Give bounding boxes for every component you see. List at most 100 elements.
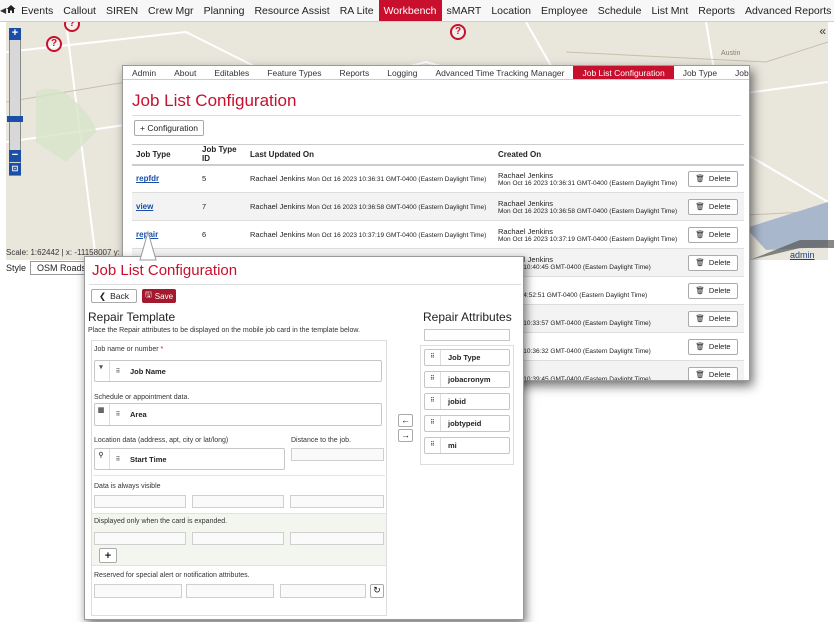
drag-handle-icon[interactable]: ⠿ <box>425 416 441 431</box>
tab-job-list-configuration[interactable]: Job List Configuration <box>573 66 674 79</box>
drag-handle-icon[interactable]: ⠿ <box>425 438 441 453</box>
created-date: Mon Oct 16 2023 10:36:31 GMT-0400 (Easte… <box>498 179 678 187</box>
tab-logging[interactable]: Logging <box>378 66 426 79</box>
tab-reports[interactable]: Reports <box>330 66 378 79</box>
always-visible-label: Data is always visible <box>94 483 161 490</box>
job-name-label-text: Job name or number <box>94 346 159 353</box>
zoom-out-button[interactable]: − <box>9 150 21 162</box>
nav-item-location[interactable]: Location <box>486 0 536 21</box>
nav-item-siren[interactable]: SIREN <box>101 0 143 21</box>
drag-handle-icon[interactable]: ⠿ <box>425 394 441 409</box>
table-header-row: Job Type Job Type ID Last Updated On Cre… <box>132 144 744 166</box>
delete-button[interactable]: 🗑 Delete <box>688 198 738 215</box>
location-slot[interactable]: ⚲ ⠿ Start Time <box>94 448 285 470</box>
created-date: 16 2023 10:40:45 GMT-0400 (Eastern Dayli… <box>498 263 651 271</box>
special-slot[interactable] <box>94 584 182 598</box>
nav-item-planning[interactable]: Planning <box>199 0 250 21</box>
tab-admin[interactable]: Admin <box>123 66 165 79</box>
refresh-icon[interactable]: ↻ <box>370 584 384 598</box>
tab-advanced-time-tracking-manager[interactable]: Advanced Time Tracking Manager <box>427 66 574 79</box>
nav-item-workbench[interactable]: Workbench <box>378 0 442 21</box>
zoom-in-button[interactable]: + <box>9 28 21 40</box>
nav-item-crew-mgr[interactable]: Crew Mgr <box>143 0 199 21</box>
attribute-item[interactable]: ⠿ Job Type <box>424 349 510 366</box>
nav-item-resource-assist[interactable]: Resource Assist <box>249 0 334 21</box>
special-slot[interactable] <box>186 584 274 598</box>
attribute-item[interactable]: ⠿ jobacronym <box>424 371 510 388</box>
expanded-slot[interactable] <box>290 532 384 545</box>
drag-handle-icon[interactable]: ⠿ <box>425 350 441 365</box>
job-type-id: 5 <box>202 174 207 184</box>
created-date: 25 2023 10:36:32 GMT-0400 (Eastern Dayli… <box>498 347 651 355</box>
created-by: llace <box>498 339 678 348</box>
map-marker-icon[interactable]: ? <box>450 24 466 40</box>
delete-button[interactable]: 🗑 Delete <box>688 226 738 243</box>
map-style-label: Style <box>6 263 27 273</box>
map-marker-icon[interactable]: ? <box>46 36 62 52</box>
back-button[interactable]: ❮ Back <box>91 289 137 303</box>
delete-label: Delete <box>708 258 731 267</box>
nav-item-schedule[interactable]: Schedule <box>593 0 647 21</box>
drag-handle-icon[interactable]: ⠿ <box>112 411 124 418</box>
job-name-slot[interactable]: ▾ ⠿ Job Name <box>94 360 382 382</box>
divider <box>89 284 521 285</box>
attribute-label: jobacronym <box>448 375 491 384</box>
created-by: Rachael Jenkins <box>498 198 554 208</box>
expanded-slot[interactable] <box>94 532 186 545</box>
expanded-slot[interactable] <box>192 532 284 545</box>
add-configuration-button[interactable]: + Configuration <box>134 120 204 136</box>
delete-button[interactable]: 🗑 Delete <box>688 338 738 355</box>
attribute-label: Job Type <box>448 353 481 362</box>
map-place-label: Austin <box>721 50 741 57</box>
created-date: 25 2023 10:39:45 GMT-0400 (Eastern Dayli… <box>498 375 651 381</box>
home-icon[interactable] <box>6 4 16 17</box>
tab-job-type-class[interactable]: Job Type Class <box>726 66 749 79</box>
tab-job-type[interactable]: Job Type <box>674 66 726 79</box>
always-visible-slot[interactable] <box>94 495 186 508</box>
delete-button[interactable]: 🗑 Delete <box>688 282 738 299</box>
nav-item-reports[interactable]: Reports <box>693 0 740 21</box>
attribute-item[interactable]: ⠿ jobtypeid <box>424 415 510 432</box>
move-left-button[interactable]: ← <box>398 414 413 427</box>
drag-handle-icon[interactable]: ⠿ <box>112 456 124 463</box>
zoom-slider-handle[interactable] <box>7 116 23 122</box>
delete-label: Delete <box>708 314 731 323</box>
table-row: repair6Rachael Jenkins Mon Oct 16 2023 1… <box>132 220 744 249</box>
nav-item-advanced-reports[interactable]: Advanced Reports <box>740 0 834 21</box>
distance-slot[interactable] <box>291 448 384 461</box>
always-visible-slot[interactable] <box>192 495 284 508</box>
tab-feature-types[interactable]: Feature Types <box>258 66 330 79</box>
divider <box>93 475 385 476</box>
delete-button[interactable]: 🗑 Delete <box>688 254 738 271</box>
tab-editables[interactable]: Editables <box>205 66 258 79</box>
app-root: ◀ Events Callout SIREN Crew Mgr Planning Reso… <box>0 0 834 622</box>
collapse-panel-icon[interactable]: « <box>819 24 826 38</box>
schedule-label: Schedule or appointment data. <box>94 394 190 401</box>
drag-handle-icon[interactable]: ⠿ <box>112 368 124 375</box>
nav-item-events[interactable]: Events <box>16 0 58 21</box>
job-type-link[interactable]: repfdr <box>136 174 159 183</box>
zoom-extent-icon[interactable]: ⊡ <box>9 163 21 175</box>
nav-item-ra-lite[interactable]: RA Lite <box>335 0 379 21</box>
job-type-link[interactable]: view <box>136 202 153 211</box>
column-header: Job Type <box>132 144 198 166</box>
drag-handle-icon[interactable]: ⠿ <box>425 372 441 387</box>
add-row-button[interactable]: + <box>99 548 117 563</box>
always-visible-slot[interactable] <box>290 495 384 508</box>
trash-icon: 🗑 <box>695 230 705 239</box>
delete-button[interactable]: 🗑 Delete <box>688 310 738 327</box>
tab-about[interactable]: About <box>165 66 205 79</box>
save-button[interactable]: 🖫 Save <box>142 289 176 303</box>
delete-button[interactable]: 🗑 Delete <box>688 170 738 187</box>
special-slot[interactable] <box>280 584 366 598</box>
nav-item-employee[interactable]: Employee <box>536 0 593 21</box>
attribute-item[interactable]: ⠿ jobid <box>424 393 510 410</box>
attribute-search-input[interactable] <box>424 329 510 341</box>
nav-item-callout[interactable]: Callout <box>58 0 101 21</box>
nav-item-list-mnt[interactable]: List Mnt <box>647 0 694 21</box>
schedule-slot[interactable]: ▦ ⠿ Area <box>94 403 382 426</box>
delete-button[interactable]: 🗑 Delete <box>688 366 738 380</box>
nav-item-smart[interactable]: sMART <box>442 0 487 21</box>
move-right-button[interactable]: → <box>398 429 413 442</box>
attribute-item[interactable]: ⠿ mi <box>424 437 510 454</box>
